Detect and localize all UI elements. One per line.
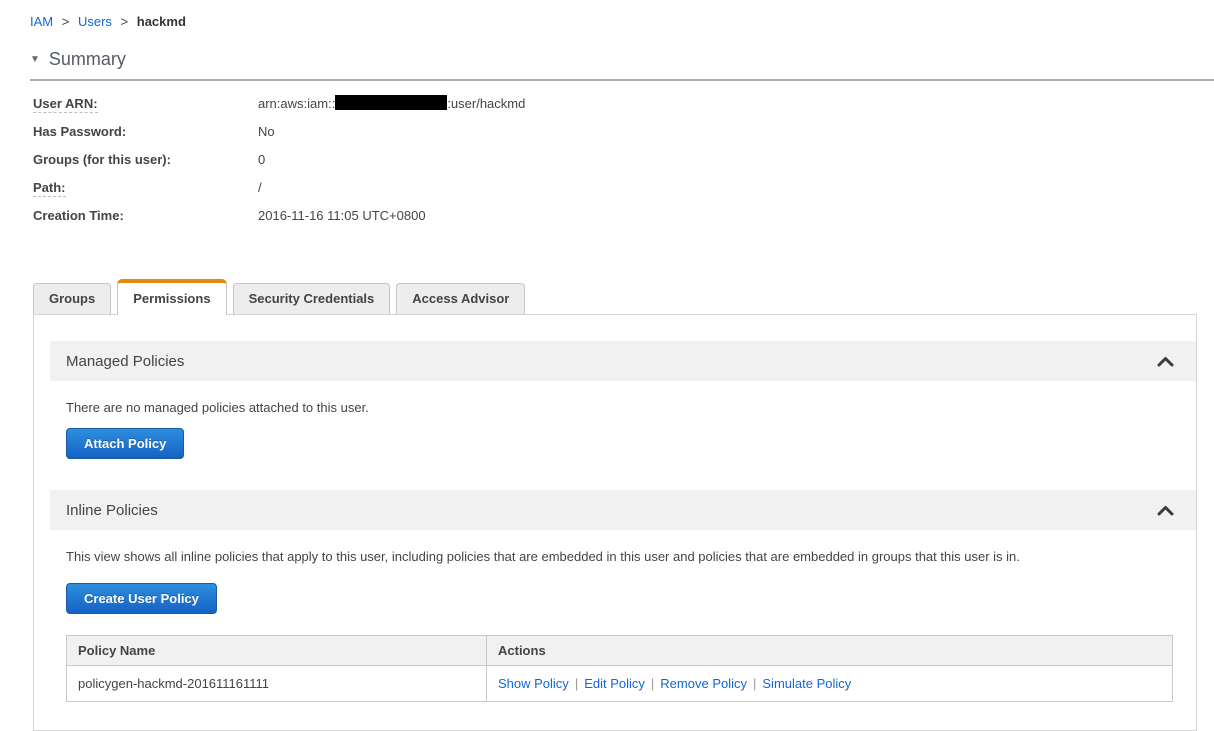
breadcrumb-separator: > <box>120 14 129 29</box>
policy-name-cell: policygen-hackmd-201611161111 <box>66 665 487 702</box>
inline-policies-title: Inline Policies <box>66 501 158 519</box>
actions-cell: Show Policy | Edit Policy | Remove Policy | Si… <box>486 665 1173 702</box>
field-label: Has Password: <box>33 123 127 139</box>
field-label: Path: <box>33 179 66 197</box>
action-separator: | <box>753 676 757 691</box>
action-separator: | <box>650 676 655 691</box>
edit-policy-link[interactable]: Edit Policy <box>584 676 645 691</box>
user-arn-value: arn:aws:iam:::user/hackmd <box>258 95 526 111</box>
managed-policies-empty-text: There are no managed policies attached t… <box>66 400 369 415</box>
field-row-user-arn: User ARN: arn:aws:iam:::user/hackmd <box>33 89 1214 117</box>
groups-count-value: 0 <box>258 151 266 167</box>
inline-policies-body: This view shows all inline policies that… <box>50 530 1196 702</box>
redacted-account-id <box>335 95 448 110</box>
iam-user-detail-page: IAM > Users > hackmd ▼ Summary User ARN:… <box>0 0 1214 731</box>
creation-time-value: 2016-11-16 11:05 UTC+0800 <box>258 207 426 223</box>
field-row-has-password: Has Password: No <box>33 117 1214 145</box>
summary-divider <box>30 79 1214 81</box>
inline-policies-description: This view shows all inline policies that… <box>66 549 1020 564</box>
table-row: policygen-hackmd-201611161111 Show Polic… <box>66 665 1173 702</box>
actions-column-header: Actions <box>486 635 1173 666</box>
tab-access-advisor[interactable]: Access Advisor <box>396 283 526 314</box>
tab-security-credentials[interactable]: Security Credentials <box>232 283 391 314</box>
field-row-path: Path: / <box>33 173 1214 201</box>
managed-policies-section-header[interactable]: Managed Policies <box>50 341 1196 381</box>
field-label: User ARN: <box>33 95 98 113</box>
has-password-value: No <box>258 123 275 139</box>
field-row-groups: Groups (for this user): 0 <box>33 145 1214 173</box>
tab-groups[interactable]: Groups <box>33 283 112 314</box>
chevron-up-icon[interactable] <box>1157 505 1174 516</box>
chevron-up-icon[interactable] <box>1157 356 1174 367</box>
path-value: / <box>258 179 262 195</box>
breadcrumb: IAM > Users > hackmd <box>0 0 1214 29</box>
action-separator: | <box>574 676 579 691</box>
remove-policy-link[interactable]: Remove Policy <box>660 676 747 691</box>
create-user-policy-button[interactable]: Create User Policy <box>66 583 217 614</box>
field-label: Creation Time: <box>33 207 124 223</box>
breadcrumb-current-user: hackmd <box>136 14 186 29</box>
permissions-tab-panel: Managed Policies There are no managed po… <box>33 314 1197 731</box>
breadcrumb-link-iam[interactable]: IAM <box>30 14 53 29</box>
policy-name-column-header: Policy Name <box>66 635 487 666</box>
summary-title: Summary <box>48 49 126 69</box>
caret-down-icon: ▼ <box>30 54 40 65</box>
tab-bar: Groups Permissions Security Credentials … <box>33 279 1214 315</box>
inline-policies-section-header[interactable]: Inline Policies <box>50 490 1196 530</box>
breadcrumb-separator: > <box>61 14 70 29</box>
tab-permissions[interactable]: Permissions <box>117 279 227 315</box>
show-policy-link[interactable]: Show Policy <box>498 676 569 691</box>
simulate-policy-link[interactable]: Simulate Policy <box>762 676 851 691</box>
inline-policies-table: Policy Name Actions policygen-hackmd-201… <box>66 635 1173 702</box>
managed-policies-body: There are no managed policies attached t… <box>50 381 1196 490</box>
field-label: Groups (for this user): <box>33 151 171 167</box>
attach-policy-button[interactable]: Attach Policy <box>66 428 185 459</box>
table-header-row: Policy Name Actions <box>66 635 1173 666</box>
breadcrumb-link-users[interactable]: Users <box>78 14 112 29</box>
field-row-creation-time: Creation Time: 2016-11-16 11:05 UTC+0800 <box>33 201 1214 229</box>
summary-collapse-header[interactable]: ▼ Summary <box>30 49 1214 70</box>
summary-fields: User ARN: arn:aws:iam:::user/hackmd Has … <box>33 89 1214 229</box>
managed-policies-title: Managed Policies <box>66 352 185 370</box>
